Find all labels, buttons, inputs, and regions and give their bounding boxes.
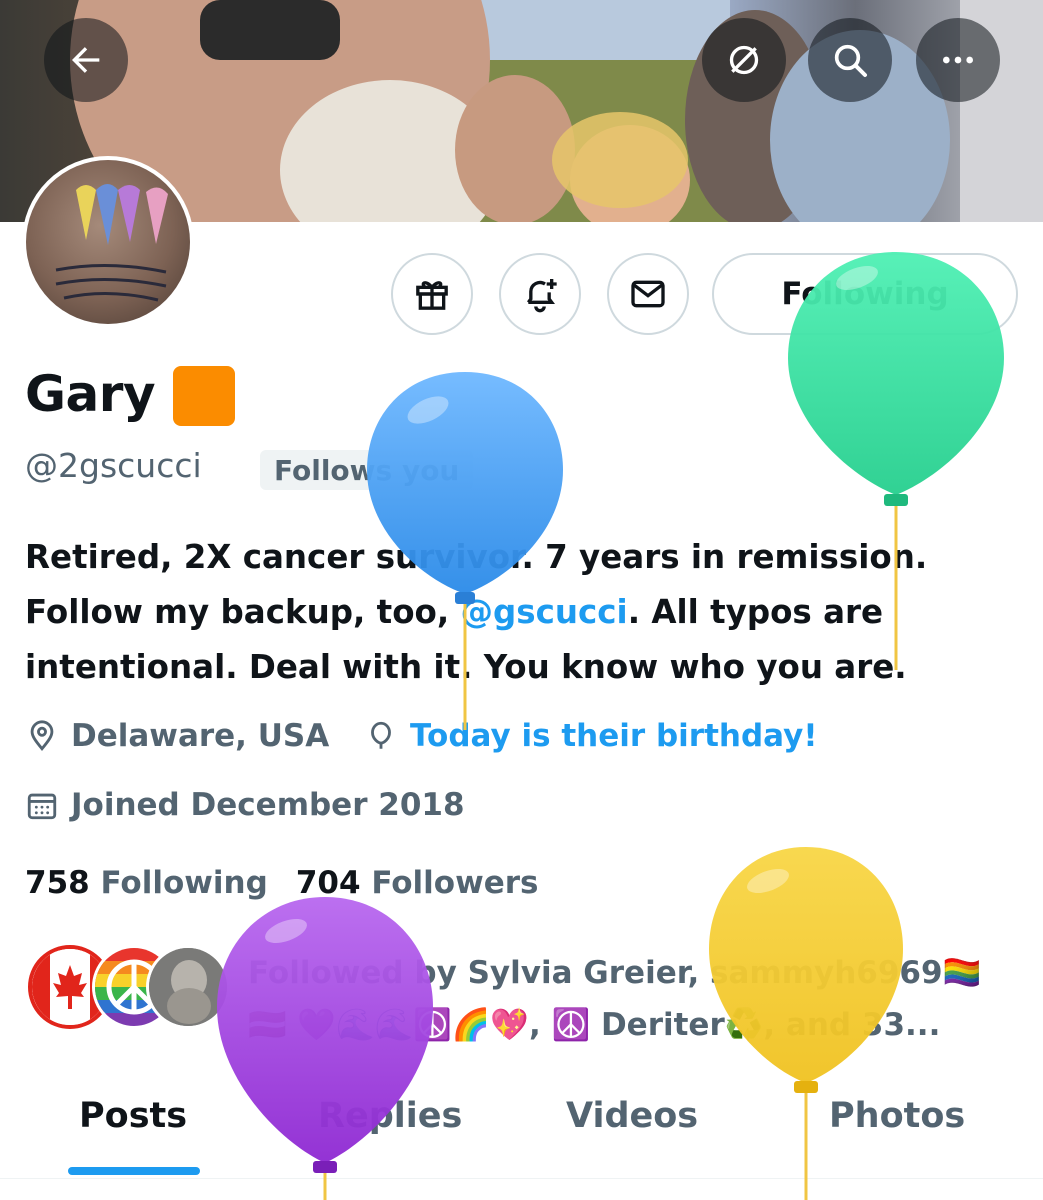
avatar-image [26,160,190,324]
tab-divider [0,1178,1043,1179]
avatar[interactable] [22,156,194,328]
back-button[interactable] [44,18,128,102]
joined-item: Joined December 2018 [25,787,465,823]
followed-by-text[interactable]: Followed by Sylvia Greier, sammyh6969🏳️‍… [248,947,1033,1051]
more-horizontal-icon [943,56,973,64]
birthday-item: Today is their birthday! [364,718,817,754]
search-icon [834,44,867,77]
tab-photos[interactable]: Photos [829,1096,965,1136]
birthday-text: Today is their birthday! [410,718,818,754]
location-pin-icon [30,720,54,751]
orange-square-emoji [173,366,235,426]
envelope-icon [631,280,665,308]
profile-bio: Retired, 2X cancer survivor. 7 years in … [25,530,1025,695]
location-item: Delaware, USA [25,718,329,754]
bio-mention-link[interactable]: @gscucci [461,593,628,631]
arrow-left-icon [72,47,100,73]
search-button[interactable] [808,18,892,102]
message-button[interactable] [607,253,689,335]
following-button[interactable]: Following [712,253,1018,335]
tab-videos[interactable]: Videos [566,1096,698,1136]
location-text: Delaware, USA [71,718,330,754]
tab-posts[interactable]: Posts [79,1096,187,1136]
active-tab-indicator [68,1167,200,1175]
grok-button[interactable] [702,18,786,102]
follower-avatar-statue[interactable] [146,945,230,1029]
followers-count: 704 [295,865,361,901]
followers-label: Followers [371,865,539,901]
joined-text: Joined December 2018 [71,787,465,823]
followed-by-line1: Followed by Sylvia Greier, sammyh6969🏳️‍… [248,955,982,991]
following-count: 758 [25,865,90,901]
display-name: Gary [25,365,156,423]
notifications-button[interactable] [499,253,581,335]
balloon-icon [371,721,391,749]
followed-by-line2: 🇱🇻 💜🌊🌊☮️🌈💖, ☮️ Deriter♻️, and 33... [248,1007,941,1043]
follows-you-badge: Follows you [260,450,474,490]
calendar-icon [27,793,57,820]
followers-stat[interactable]: 704 Followers [296,865,539,901]
ribbon-tattoo-image [55,184,168,302]
follow-stats: 758 Following 704 Followers [25,865,539,901]
following-stat[interactable]: 758 Following [25,865,268,901]
statue-face-avatar [149,948,227,1026]
gift-button[interactable] [391,253,473,335]
more-button[interactable] [916,18,1000,102]
bell-plus-icon [527,279,557,313]
username-handle: @2gscucci [25,446,202,485]
tab-replies[interactable]: Replies [318,1096,462,1136]
grok-slash-icon [729,45,759,75]
gift-icon [416,281,448,310]
following-label: Following [100,865,268,901]
